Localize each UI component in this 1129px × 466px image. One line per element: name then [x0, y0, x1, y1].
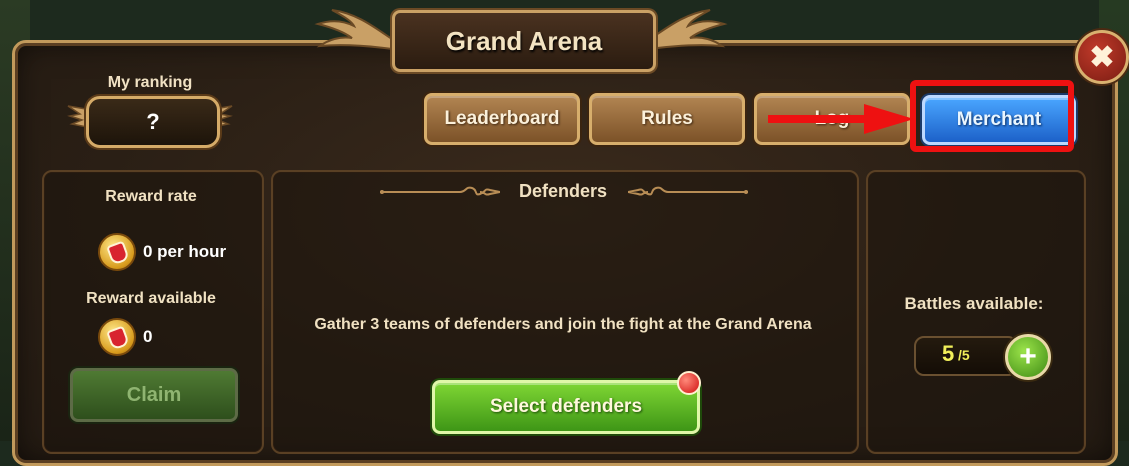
reward-rate-label: Reward rate [105, 188, 197, 205]
red-arrow-annotation [768, 104, 914, 134]
battles-max: /5 [958, 347, 970, 363]
plus-icon: + [1019, 340, 1037, 373]
battles-current: 5 [942, 341, 955, 366]
title-plate: Grand Arena [392, 10, 656, 72]
claim-button[interactable]: Claim [70, 368, 238, 422]
rules-button[interactable]: Rules [589, 93, 745, 145]
close-icon: ✖ [1089, 40, 1115, 74]
reward-available-label: Reward available [86, 290, 216, 307]
close-button[interactable]: ✖ [1075, 30, 1129, 84]
add-battles-button[interactable]: + [1005, 334, 1051, 380]
left-wing-ornament [314, 9, 401, 52]
leaderboard-button[interactable]: Leaderboard [424, 93, 580, 145]
coin-icon [98, 318, 136, 356]
select-defenders-button[interactable]: Select defenders [432, 380, 700, 434]
reward-rate-value: 0 per hour [143, 242, 227, 261]
defenders-message: Gather 3 teams of defenders and join the… [314, 316, 812, 333]
page-title: Grand Arena [445, 25, 603, 56]
merchant-highlight-box [910, 80, 1074, 152]
notification-dot [677, 371, 701, 395]
battles-available-label: Battles available: [904, 294, 1044, 313]
defenders-heading: Defenders [518, 181, 608, 201]
ranking-label: My ranking [107, 74, 193, 91]
reward-available-value: 0 [143, 327, 153, 346]
coin-icon [98, 233, 136, 271]
ranking-value: ? [86, 96, 220, 148]
